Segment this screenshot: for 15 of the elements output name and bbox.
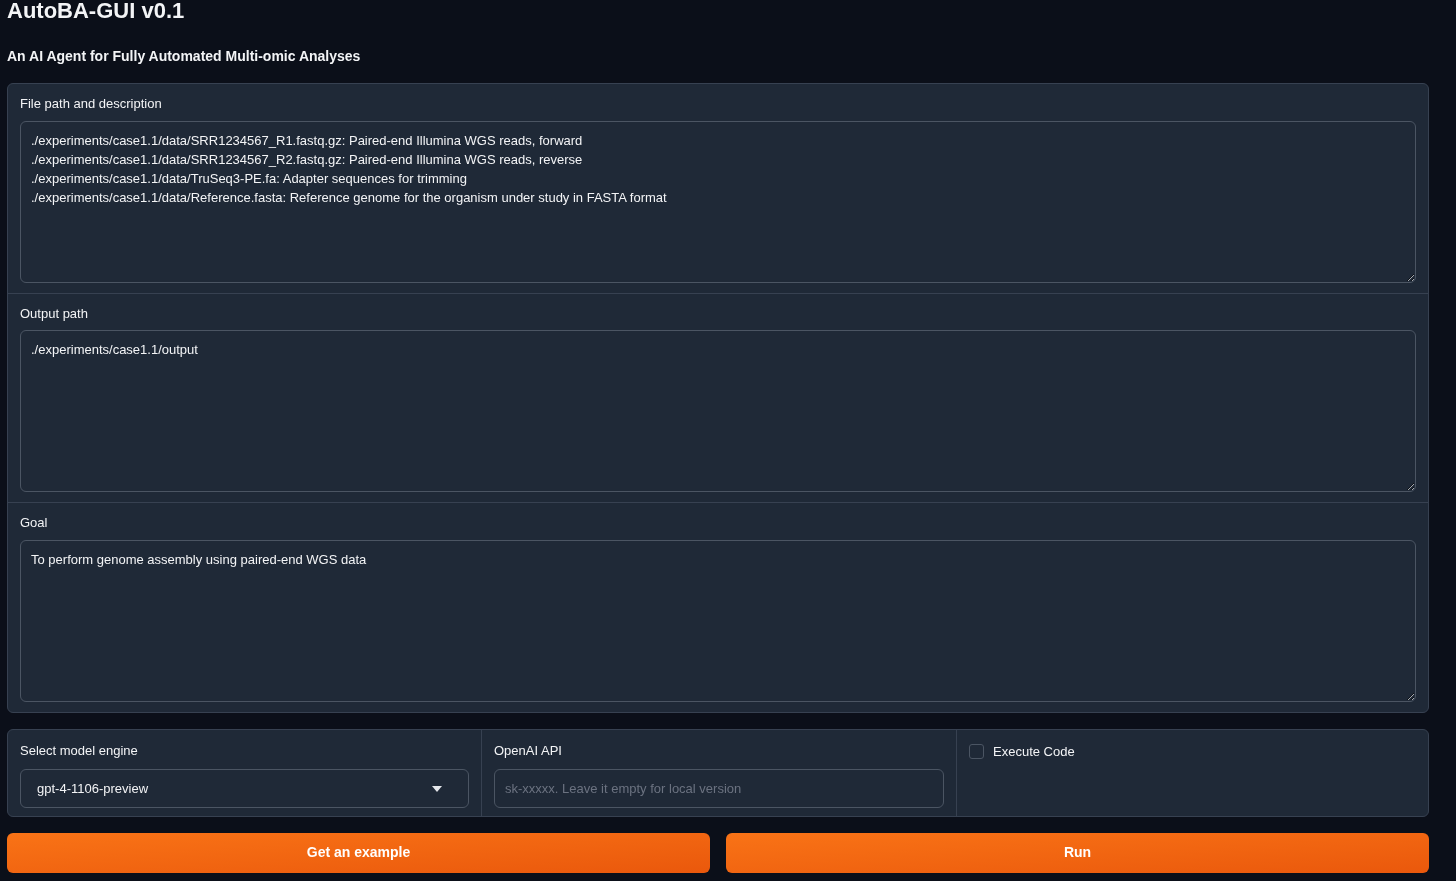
field-label: Goal: [20, 514, 49, 532]
checkbox-label: Execute Code: [993, 742, 1075, 761]
model-engine-dropdown[interactable]: gpt-4-1106-preview: [20, 769, 469, 808]
text-area-field[interactable]: To perform genome assembly using paired-end WGS data: [20, 539, 1416, 702]
field-label: File path and description: [20, 95, 163, 113]
dropdown-caret-icon: [432, 785, 442, 792]
field-label: Select model engine: [20, 741, 139, 760]
execute-code-checkbox[interactable]: [969, 743, 984, 759]
text-area-field[interactable]: ./experiments/case1.1/output: [20, 330, 1416, 492]
page-subtitle: An AI Agent for Fully Automated Multi-omic Analyses: [7, 47, 361, 66]
field-label: Output path: [20, 304, 89, 323]
text-area-field[interactable]: ./experiments/case1.1/data/SRR1234567_R1.fastq.gz: Paired-end Illumina WGS reads, forward ./experiments/case1.1/data/SRR1234567_R2.fastq.gz: Paired-end Illumina WGS reads, reverse ./experiments/case1.1/data/TruSeq3-PE.fa: Adapter sequences for trimming ./experiments/case1.1/data/Reference.fasta: Reference genome for the organism under study in FASTA format: [20, 120, 1416, 283]
api-key-field[interactable]: sk-xxxxx. Leave it empty for local version: [494, 769, 944, 808]
page-title: AutoBA-GUI v0.1: [7, 0, 185, 22]
field-label: OpenAI API: [494, 741, 563, 760]
